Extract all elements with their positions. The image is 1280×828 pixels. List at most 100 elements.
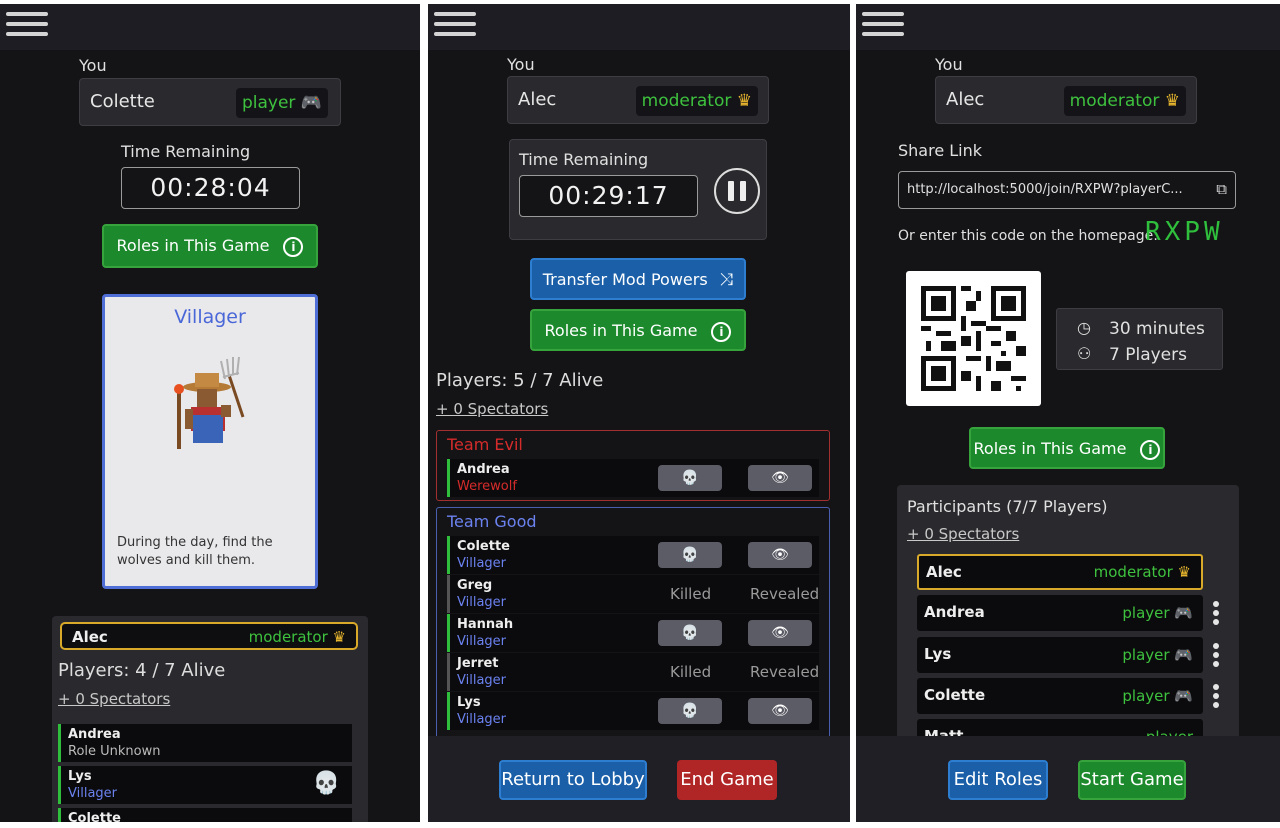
more-options-icon[interactable] (1213, 643, 1221, 667)
villager-icon (174, 356, 245, 449)
participant-role: player 🎮 (1122, 687, 1193, 705)
role-card: Villager During the day, find the wolves… (102, 294, 318, 589)
skull-icon: 💀 (681, 547, 699, 563)
player-name: Lys (457, 695, 481, 710)
menu-icon[interactable] (862, 12, 904, 40)
you-label: You (79, 56, 107, 75)
roles-button[interactable]: Roles in This Game i (530, 309, 746, 351)
eye-icon: 👁 (771, 547, 789, 563)
spectators-link[interactable]: + 0 Spectators (58, 690, 170, 708)
gamepad-icon: 🎮 (1174, 604, 1193, 622)
spectators-link[interactable]: + 0 Spectators (907, 525, 1019, 543)
eye-icon: 👁 (771, 625, 789, 641)
player-role: Villager (457, 673, 507, 688)
moderator-name: Alec (72, 628, 108, 646)
killed-status: Killed (670, 663, 712, 681)
gamepad-icon: 🎮 (1174, 687, 1193, 705)
player-role: Role Unknown (68, 744, 161, 759)
gamepad-icon: 🎮 (1174, 646, 1193, 664)
moderator-badge: moderator ♛ (249, 628, 346, 646)
game-info-box: ◷ 30 minutes ⚇ 7 Players (1056, 308, 1223, 370)
kill-button[interactable]: 💀 (658, 542, 722, 568)
timer-box: Time Remaining 00:29:17 (509, 139, 767, 240)
bottom-action-bar: Edit Roles Start Game (856, 736, 1280, 822)
kill-button[interactable]: 💀 (658, 698, 722, 724)
roles-button-label: Roles in This Game (544, 321, 698, 340)
shuffle-icon: ⤨ (719, 270, 734, 290)
player-role: Villager (457, 556, 507, 571)
participant-name: Andrea (924, 603, 985, 621)
pause-button[interactable] (714, 168, 760, 214)
menu-icon[interactable] (6, 12, 48, 40)
participant-role: moderator ♛ (1094, 563, 1191, 581)
end-game-button[interactable]: End Game (677, 760, 777, 800)
participant-row: Alec moderator ♛ (917, 554, 1203, 590)
time-label: Time Remaining (519, 150, 649, 169)
revealed-status: Revealed (750, 663, 820, 681)
info-icon: i (1140, 439, 1161, 460)
copy-icon[interactable]: ⧉ (1216, 180, 1227, 198)
killed-status: Killed (670, 585, 712, 603)
player-role: Villager (457, 712, 507, 727)
team-good-section: Team Good Colette Villager 💀 👁 Greg Vill… (436, 507, 830, 747)
player-row: Lys Villager 💀 (58, 766, 352, 804)
participant-role: player 🎮 (1122, 604, 1193, 622)
role-text: moderator (1069, 91, 1160, 111)
player-name: Andrea (68, 727, 121, 742)
reveal-button[interactable]: 👁 (748, 542, 812, 568)
skull-icon: 💀 (681, 625, 699, 641)
return-to-lobby-button[interactable]: Return to Lobby (499, 760, 647, 800)
player-name: Hannah (457, 617, 514, 632)
you-label: You (935, 55, 963, 74)
player-row: Andrea Role Unknown (58, 724, 352, 762)
player-row: Jerret Villager Killed Revealed (447, 653, 819, 691)
clock-icon: ◷ (1077, 318, 1091, 337)
timer-display: 00:29:17 (519, 175, 698, 217)
player-name: Colette (68, 811, 121, 822)
participant-row: Andrea player 🎮 (917, 595, 1203, 631)
identity-box: Alec moderator ♛ (507, 76, 769, 124)
user-name: Alec (518, 89, 557, 110)
reveal-button[interactable]: 👁 (748, 620, 812, 646)
player-row: Colette Villager 💀 👁 (447, 536, 819, 574)
transfer-mod-button[interactable]: Transfer Mod Powers ⤨ (530, 258, 746, 300)
reveal-button[interactable]: 👁 (748, 465, 812, 491)
reveal-button[interactable]: 👁 (748, 698, 812, 724)
players-alive: Players: 4 / 7 Alive (58, 660, 226, 681)
kill-button[interactable]: 💀 (658, 465, 722, 491)
more-options-icon[interactable] (1213, 601, 1221, 625)
role-badge: player 🎮 (235, 88, 328, 118)
participants-section: Participants (7/7 Players) + 0 Spectator… (897, 485, 1239, 755)
participant-role: player 🎮 (1122, 646, 1193, 664)
role-text: moderator (641, 91, 732, 111)
participant-role-text: player (1122, 604, 1170, 622)
roles-button[interactable]: Roles in This Game i (969, 427, 1165, 469)
crown-icon: ♛ (736, 91, 752, 111)
participant-name: Colette (924, 686, 986, 704)
crown-icon: ♛ (1164, 91, 1180, 111)
moderator-view-panel: You Alec moderator ♛ Time Remaining 00:2… (428, 4, 850, 822)
start-game-button[interactable]: Start Game (1078, 760, 1186, 800)
participant-role-text: moderator (1093, 563, 1173, 581)
participant-row: Colette player 🎮 (917, 678, 1203, 714)
team-good-label: Team Good (447, 512, 537, 531)
skull-icon: 💀 (681, 470, 699, 486)
kill-button[interactable]: 💀 (658, 620, 722, 646)
player-count: 7 Players (1109, 345, 1187, 365)
players-section: Alec moderator ♛ Players: 4 / 7 Alive + … (52, 616, 368, 822)
player-row: Lys Villager 💀 👁 (447, 692, 819, 730)
player-role: Villager (68, 786, 118, 801)
participant-name: Lys (924, 645, 952, 663)
skull-icon: 💀 (681, 703, 699, 719)
lobby-panel: You Alec moderator ♛ Share Link http://l… (856, 4, 1280, 822)
menu-icon[interactable] (434, 12, 476, 40)
info-icon: i (283, 236, 304, 257)
participant-name: Alec (926, 563, 962, 581)
moderator-row: Alec moderator ♛ (60, 622, 358, 650)
roles-button-label: Roles in This Game (973, 439, 1127, 458)
spectators-link[interactable]: + 0 Spectators (436, 400, 548, 418)
share-link-field[interactable]: http://localhost:5000/join/RXPW?playerC.… (898, 171, 1236, 209)
more-options-icon[interactable] (1213, 684, 1221, 708)
edit-roles-button[interactable]: Edit Roles (948, 760, 1048, 800)
roles-button[interactable]: Roles in This Game i (102, 224, 318, 268)
